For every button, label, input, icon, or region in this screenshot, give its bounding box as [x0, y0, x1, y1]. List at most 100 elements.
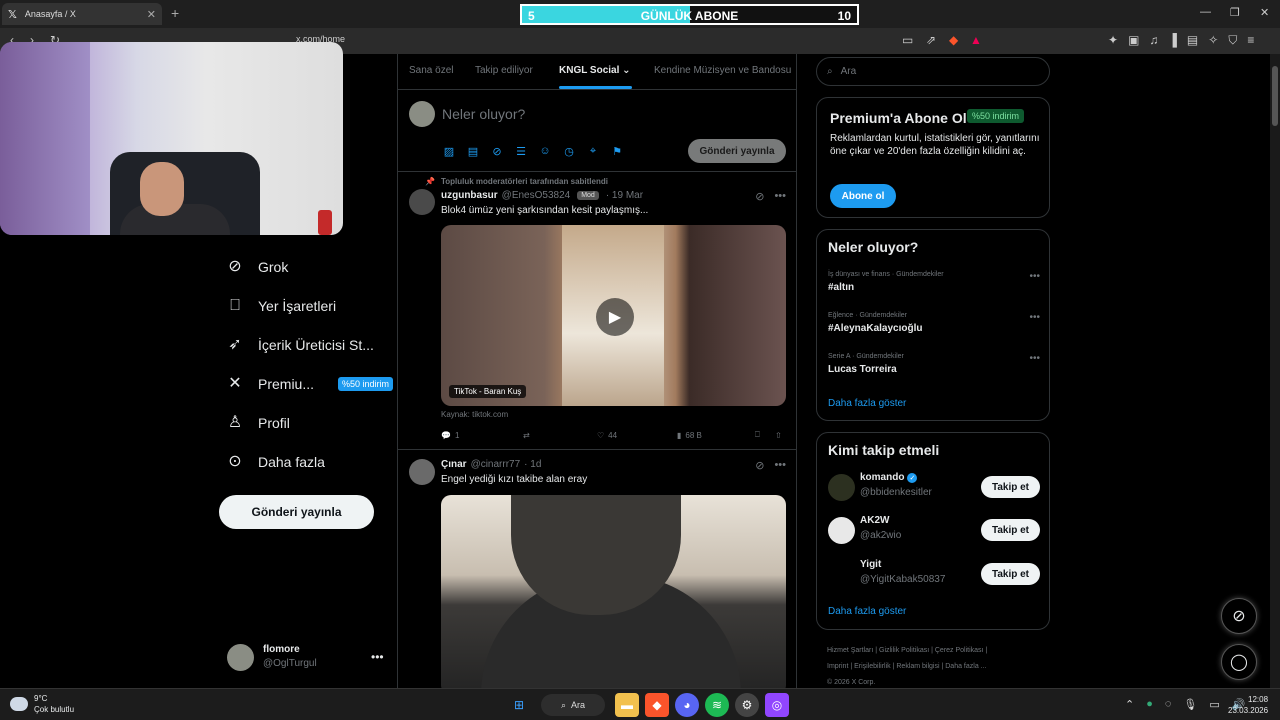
grok-icon[interactable]: ⊘	[755, 190, 764, 203]
account-switcher[interactable]: flomore @OglTurgul	[227, 643, 317, 671]
post-button[interactable]: Gönderi yayınla	[219, 495, 374, 529]
trend-item[interactable]: Eğlence · Gündemdekiler #AleynaKalaycıoğ…	[828, 312, 1040, 334]
avatar[interactable]	[409, 189, 435, 215]
compose-input[interactable]: Neler oluyor?	[442, 106, 525, 122]
wallet-icon[interactable]: ▤	[1187, 33, 1198, 48]
follow-show-more[interactable]: Daha fazla göster	[828, 606, 906, 617]
follow-button[interactable]: Takip et	[981, 519, 1040, 541]
close-tab-icon[interactable]: ✕	[147, 8, 156, 21]
image-icon[interactable]: ▨	[442, 145, 456, 158]
follow-button[interactable]: Takip et	[981, 563, 1040, 585]
taskbar-clock[interactable]: 12:08 23.03.2026	[1228, 694, 1268, 716]
more-icon[interactable]: •••	[1029, 312, 1040, 323]
subscribe-button[interactable]: Abone ol	[830, 184, 896, 208]
browser-tab[interactable]: 𝕏 Anasayfa / X ✕	[2, 3, 162, 25]
weather-widget[interactable]: 9°C Çok bulutlu	[10, 693, 74, 715]
maximize-icon[interactable]: ❐	[1230, 6, 1240, 19]
tab-following[interactable]: Takip ediliyor	[475, 65, 533, 76]
grok-floating-button[interactable]: ⊘	[1221, 598, 1257, 634]
taskbar-search[interactable]: ⌕ Ara	[541, 694, 605, 716]
emoji-icon[interactable]: ☺	[538, 145, 552, 158]
sidebar-item-profile[interactable]: ♙ Profil	[226, 414, 290, 432]
menu-icon[interactable]: ≡	[1247, 33, 1254, 48]
tab-for-you[interactable]: Sana özel	[409, 65, 453, 76]
gif-icon[interactable]: ▤	[466, 145, 480, 158]
views-button[interactable]: ▮ 68 B	[677, 430, 755, 440]
ai-icon[interactable]: ✧	[1208, 33, 1218, 48]
steam-icon[interactable]: ⚙	[735, 693, 759, 717]
network-icon[interactable]: ▭	[1209, 698, 1219, 711]
tab-musician-community[interactable]: Kendine Müzisyen ve Bandosu	[654, 65, 791, 76]
trend-item[interactable]: İş dünyası ve finans · Gündemdekiler #al…	[828, 271, 1040, 293]
flag-icon[interactable]: ⚑	[610, 145, 624, 158]
more-icon[interactable]: •••	[1029, 271, 1040, 282]
file-explorer-icon[interactable]: ▬	[615, 693, 639, 717]
share-icon[interactable]: ⇗	[926, 33, 936, 47]
sidebar-item-more[interactable]: ⊙ Daha fazla	[226, 453, 325, 471]
cast-icon[interactable]: ▭	[902, 33, 913, 47]
search-input[interactable]: ⌕ Ara	[816, 57, 1050, 86]
sidebar-item-grok[interactable]: ⊘ Grok	[226, 258, 288, 276]
share-button[interactable]: ⇧	[775, 430, 782, 440]
compose-post-button[interactable]: Gönderi yayınla	[688, 139, 786, 163]
messages-floating-button[interactable]: ◯	[1221, 644, 1257, 680]
sidebar-item-premium[interactable]: ✕ Premiu... %50 indirim	[226, 375, 394, 393]
sidebar-item-creator-studio[interactable]: ➶ İçerik Üreticisi St...	[226, 336, 374, 354]
scrollbar[interactable]	[1270, 54, 1280, 688]
account-more-icon[interactable]: •••	[371, 650, 384, 664]
grok-icon[interactable]: ⊘	[490, 145, 504, 158]
tray-app-icon[interactable]: ◌	[1165, 698, 1172, 711]
tweet[interactable]: 📌 Topluluk moderatörleri tarafından sabi…	[398, 172, 796, 450]
spotify-icon[interactable]: ≋	[705, 693, 729, 717]
tweet-date[interactable]: · 1d	[524, 459, 541, 470]
repost-button[interactable]: ⇄	[523, 430, 597, 440]
brave-shield-icon[interactable]: ◆	[949, 33, 958, 47]
follow-suggestion[interactable]: komando ✓ @bbidenkesitler Takip et	[828, 472, 1040, 502]
tweet-author-name[interactable]: uzgunbasur	[441, 190, 498, 201]
play-icon[interactable]: ▶	[596, 298, 634, 336]
location-icon[interactable]: ⌖	[586, 145, 600, 158]
tweet-video[interactable]: ▶ TikTok - Baran Kuş	[441, 225, 786, 406]
footer-line[interactable]: Hizmet Şartları | Gizlilik Politikası | …	[827, 643, 1057, 659]
footer-line[interactable]: Imprint | Erişilebilirlik | Reklam bilgi…	[827, 659, 1057, 675]
tweet-author-handle[interactable]: @cinarrr77	[471, 459, 521, 470]
discord-icon[interactable]: ◕	[675, 693, 699, 717]
poll-icon[interactable]: ☰	[514, 145, 528, 158]
sidebar-icon[interactable]: ▐	[1168, 33, 1177, 48]
vpn-icon[interactable]: ⛉	[1228, 33, 1237, 48]
microphone-icon[interactable]: 🎙	[1183, 698, 1197, 711]
screenshot-icon[interactable]: ▣	[1128, 33, 1139, 48]
like-button[interactable]: ♡ 44	[597, 430, 677, 440]
more-icon[interactable]: •••	[774, 459, 786, 472]
trend-item[interactable]: Serie A · Gündemdekiler Lucas Torreira •…	[828, 353, 1040, 375]
obs-icon[interactable]: ◎	[765, 693, 789, 717]
trends-show-more[interactable]: Daha fazla göster	[828, 398, 906, 409]
reply-button[interactable]: 💬 1	[441, 430, 523, 440]
more-icon[interactable]: •••	[1029, 353, 1040, 364]
chevron-up-icon[interactable]: ⌃	[1125, 698, 1134, 711]
brave-rewards-icon[interactable]: ▲	[970, 33, 982, 47]
brave-browser-icon[interactable]: ◆	[645, 693, 669, 717]
tweet-author-handle[interactable]: @EnesO53824	[502, 190, 571, 201]
tray-app-icon[interactable]: ●	[1146, 698, 1153, 711]
window-close-icon[interactable]: ✕	[1260, 6, 1269, 19]
tweet-date[interactable]: · 19 Mar	[606, 190, 643, 201]
scrollbar-thumb[interactable]	[1272, 66, 1278, 126]
avatar[interactable]	[409, 459, 435, 485]
bookmark-button[interactable]: ⎕	[755, 430, 775, 440]
tweet-source[interactable]: Kaynak: tiktok.com	[441, 410, 508, 419]
new-tab-button[interactable]: +	[171, 5, 179, 21]
follow-suggestion[interactable]: Yigit @YigitKabak50837 Takip et	[828, 559, 1040, 589]
tab-kngl-social[interactable]: KNGL Social ⌄	[559, 65, 631, 76]
windows-start-icon[interactable]: ⊞	[507, 693, 531, 717]
follow-button[interactable]: Takip et	[981, 476, 1040, 498]
tweet[interactable]: Çınar @cinarrr77 · 1d ⊘ ••• Engel yediği…	[398, 450, 796, 688]
sidebar-item-bookmarks[interactable]: ⎕ Yer İşaretleri	[226, 297, 336, 315]
music-icon[interactable]: ♫	[1149, 33, 1158, 48]
tweet-video[interactable]	[441, 495, 786, 688]
more-icon[interactable]: •••	[774, 190, 786, 203]
follow-suggestion[interactable]: AK2W @ak2wio Takip et	[828, 515, 1040, 545]
grok-icon[interactable]: ⊘	[755, 459, 764, 472]
extensions-icon[interactable]: ✦	[1108, 33, 1118, 48]
tweet-author-name[interactable]: Çınar	[441, 459, 467, 470]
